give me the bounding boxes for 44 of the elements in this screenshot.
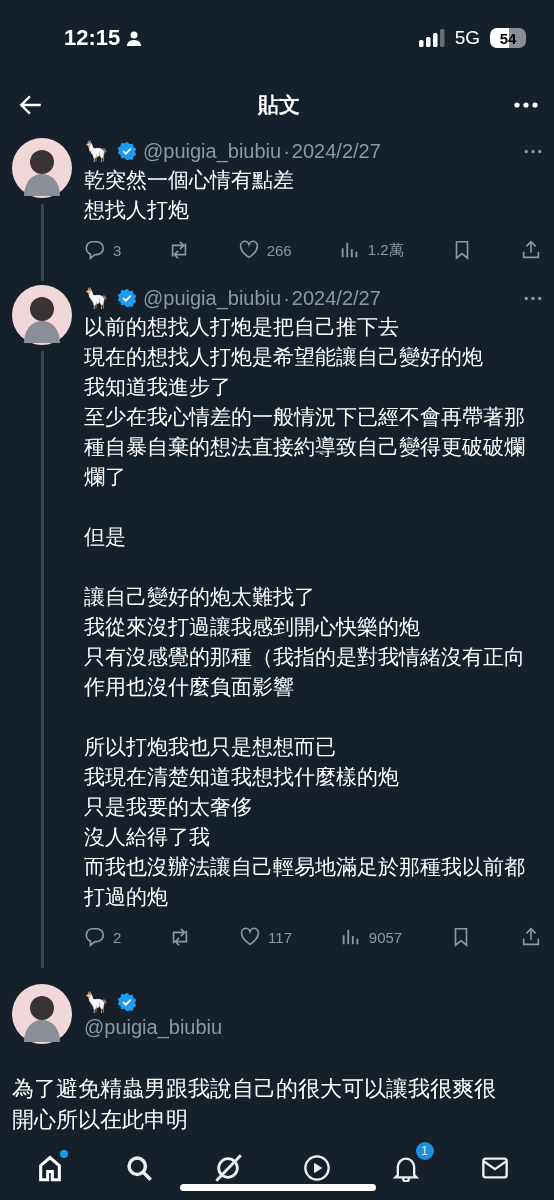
- more-icon[interactable]: [524, 295, 542, 301]
- reply-button[interactable]: 2: [84, 926, 122, 948]
- more-icon[interactable]: [524, 148, 542, 154]
- tweet-text: 以前的想找人打炮是把自己推下去 現在的想找人打炮是希望能讓自己變好的炮 我知道我進步了 至少在我心情差的一般情況下已經不會再帶著那 種自暴自棄的想法直接約導致自己變得更破破爛 爛了: [84, 314, 526, 490]
- tweet-text: 為了避免精蟲男跟我說自己的很大可以讓我很爽很 開心所以在此申明: [12, 1076, 497, 1134]
- post-date: 2024/2/27: [291, 139, 381, 163]
- search-icon: [124, 1154, 153, 1182]
- page-title: 貼文: [258, 92, 300, 118]
- tab-button[interactable]: 1: [387, 1142, 434, 1186]
- network-label: 5G: [454, 27, 480, 49]
- user-handle: @puigia_biubiu: [84, 1015, 223, 1039]
- display-name: 🦙: [84, 286, 109, 310]
- separator-dot: ·: [282, 286, 291, 310]
- heart-icon: [239, 926, 262, 948]
- tweet-text: 讓自己變好的炮太難找了 我從來沒打過讓我感到開心快樂的炮 只有沒感覺的那種（我指的是對我情緒沒有正向 作用也沒什麼負面影響: [84, 584, 526, 700]
- display-name: 🦙: [84, 139, 109, 163]
- separator-dot: ·: [282, 139, 291, 163]
- avatar: [12, 138, 72, 198]
- views-button[interactable]: 9057: [339, 926, 403, 948]
- views-button[interactable]: 1.2萬: [338, 239, 404, 261]
- more-button[interactable]: [514, 102, 538, 108]
- reply-icon: [84, 926, 106, 948]
- tweet-text: 但是: [84, 524, 127, 550]
- more-icon: [514, 102, 538, 108]
- battery-indicator: 54: [490, 28, 526, 48]
- like-button[interactable]: 117: [239, 926, 292, 948]
- display-name: 🦙: [84, 989, 109, 1014]
- person-icon: [126, 30, 143, 46]
- notification-badge: 1: [415, 1142, 434, 1160]
- avatar: [12, 984, 72, 1044]
- avatar: [12, 285, 72, 345]
- heart-icon: [237, 239, 260, 261]
- like-button[interactable]: 266: [237, 239, 292, 261]
- reply-icon: [84, 239, 106, 261]
- tweet-text: 所以打炮我也只是想想而已 我現在清楚知道我想找什麼樣的炮 只是我要的太奢侈 沒人給得了我 而我也沒辦法讓自己輕易地滿足於那種我以前都 打過的炮: [84, 734, 526, 910]
- user-handle: @puigia_biubiu: [143, 286, 282, 310]
- post-date: 2024/2/27: [291, 286, 381, 310]
- signal-icon: [418, 29, 445, 47]
- play-icon: [302, 1154, 331, 1182]
- slashed-circle-icon: [213, 1154, 242, 1182]
- reply-button[interactable]: 3: [84, 239, 122, 261]
- clock-time: 12:15: [64, 25, 121, 51]
- user-handle: @puigia_biubiu: [143, 139, 282, 163]
- tweet-text: 乾突然一個心情有點差 想找人打炮: [84, 167, 295, 223]
